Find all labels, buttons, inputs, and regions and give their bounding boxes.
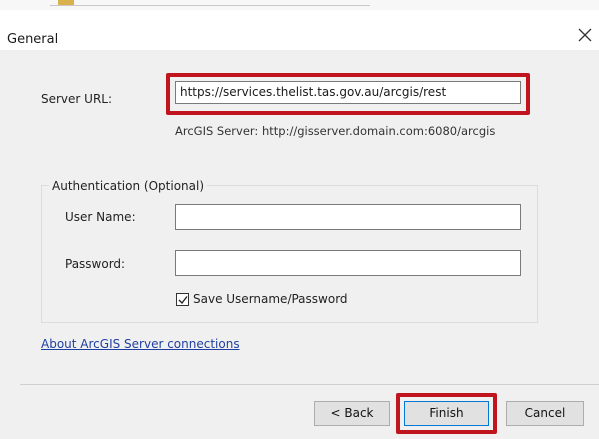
server-url-hint: ArcGIS Server: http://gisserver.domain.c… (175, 124, 496, 138)
background-window-toolbar (50, 0, 370, 6)
background-window-strip (0, 0, 599, 10)
finish-button[interactable]: Finish (404, 401, 489, 426)
password-label: Password: (65, 257, 126, 271)
about-connections-link[interactable]: About ArcGIS Server connections (41, 337, 240, 351)
password-input[interactable] (175, 250, 521, 276)
save-credentials-checkbox[interactable] (176, 293, 189, 306)
title-bar: General (0, 10, 599, 50)
close-button[interactable] (572, 22, 598, 52)
server-url-label: Server URL: (41, 92, 113, 106)
authentication-legend: Authentication (Optional) (49, 179, 208, 193)
back-button[interactable]: < Back (314, 401, 390, 426)
save-credentials-label[interactable]: Save Username/Password (193, 292, 348, 306)
dialog-content: Server URL: https://services.thelist.tas… (0, 50, 599, 439)
server-url-input[interactable]: https://services.thelist.tas.gov.au/arcg… (175, 81, 521, 104)
close-icon (578, 28, 592, 42)
checkmark-icon (178, 296, 188, 305)
cancel-button[interactable]: Cancel (506, 401, 584, 426)
username-label: User Name: (65, 210, 136, 224)
dialog-title: General (7, 32, 59, 47)
username-input[interactable] (175, 204, 521, 230)
folder-icon (58, 0, 74, 5)
footer-separator (20, 384, 599, 385)
